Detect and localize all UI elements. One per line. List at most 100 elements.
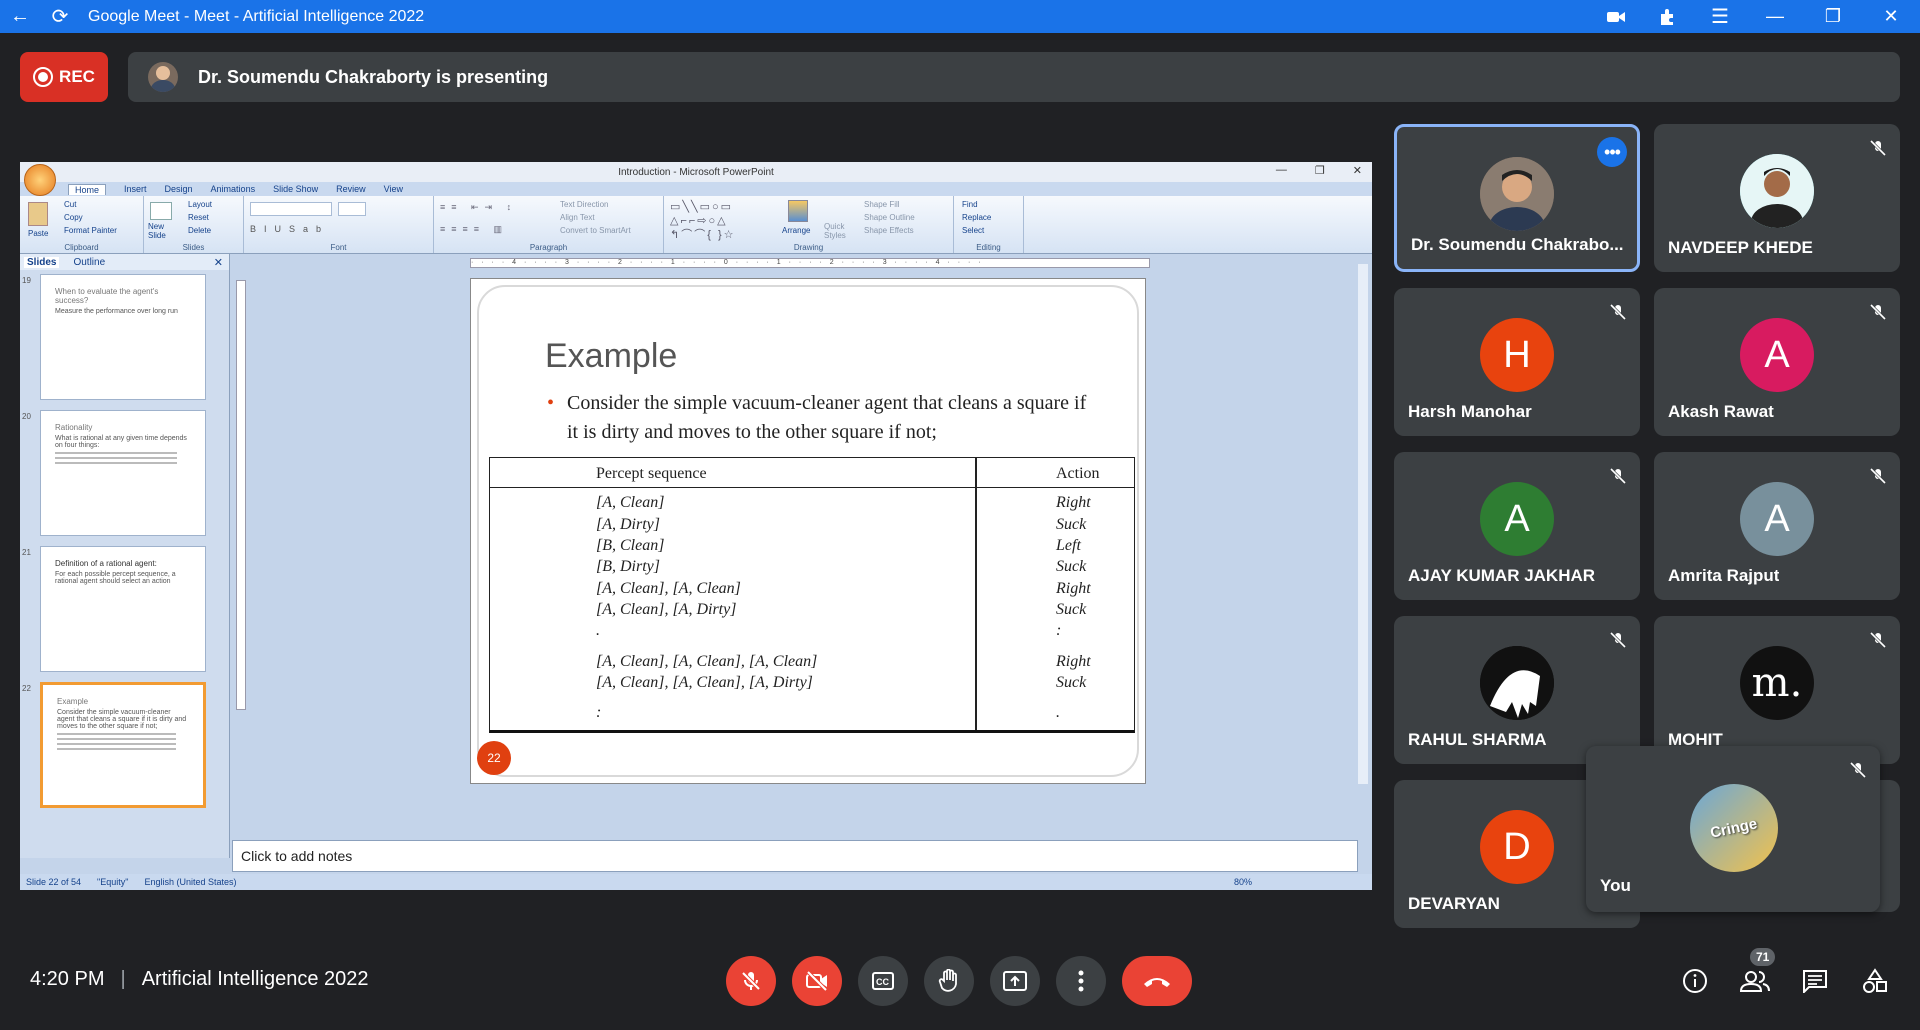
- status-language: English (United States): [144, 877, 237, 887]
- select-label: Select: [962, 226, 985, 235]
- copy-label: Copy: [64, 213, 83, 222]
- browser-titlebar: ← ⟳ Google Meet - Meet - Artificial Inte…: [0, 0, 1920, 33]
- table-row: :.: [596, 704, 1060, 721]
- restore-icon[interactable]: ❐: [1804, 0, 1862, 33]
- more-options-icon[interactable]: •••: [1597, 137, 1627, 167]
- ppt-tab-insert: Insert: [124, 184, 147, 194]
- recording-badge[interactable]: REC: [20, 52, 108, 102]
- self-tile[interactable]: Cringe You: [1586, 746, 1880, 912]
- thumb-text: Consider the simple vacuum-cleaner agent…: [57, 709, 187, 730]
- participant-tile[interactable]: m. MOHIT: [1654, 616, 1900, 764]
- editing-group-label: Editing: [976, 243, 1001, 252]
- ppt-tab-slideshow: Slide Show: [273, 184, 319, 194]
- camera-off-icon: [806, 970, 828, 992]
- cut-label: Cut: [64, 200, 77, 209]
- raise-hand-button[interactable]: [924, 956, 974, 1006]
- participant-tile[interactable]: A Amrita Rajput: [1654, 452, 1900, 600]
- leave-call-button[interactable]: [1122, 956, 1192, 1006]
- ppt-tab-review: Review: [336, 184, 366, 194]
- thumb-text: For each possible percept sequence, a ra…: [55, 571, 176, 585]
- ribbon-group-drawing: ▭╲╲▭○▭ △⌐⌐⇨○△ ↰⌒⌒{ }☆ Arrange Quick Styles…: [664, 196, 954, 253]
- chat-icon: [1803, 970, 1827, 993]
- close-icon[interactable]: ✕: [1862, 0, 1920, 33]
- minimize-icon[interactable]: —: [1746, 0, 1804, 33]
- participant-tile[interactable]: NAVDEEP KHEDE: [1654, 124, 1900, 272]
- mic-off-icon: [1846, 758, 1870, 782]
- mic-off-icon: [1866, 300, 1890, 324]
- pane-close-icon: ✕: [213, 256, 223, 269]
- self-avatar-text: Cringe: [1708, 814, 1759, 842]
- people-button[interactable]: 71: [1740, 948, 1776, 996]
- ribbon-group-font: BIUSab Font: [244, 196, 434, 253]
- menu-icon[interactable]: ☰: [1694, 0, 1746, 33]
- table-row: .:: [596, 622, 1062, 639]
- avatar: D: [1480, 810, 1554, 884]
- ppt-title: Introduction - Microsoft PowerPoint: [618, 166, 774, 178]
- avatar: [1740, 154, 1814, 228]
- avatar: A: [1740, 482, 1814, 556]
- clipboard-group-label: Clipboard: [64, 243, 99, 252]
- present-button[interactable]: [990, 956, 1040, 1006]
- hand-icon: [938, 969, 957, 992]
- activities-icon: [1863, 968, 1887, 993]
- thumb-text: What is rational at any given time depen…: [55, 435, 187, 449]
- participant-tile[interactable]: A AJAY KUMAR JAKHAR: [1394, 452, 1640, 600]
- reset-label: Reset: [188, 213, 209, 222]
- ribbon-group-clipboard: Paste Cut Copy Format Painter Clipboard: [20, 196, 144, 253]
- ppt-tab-view: View: [383, 184, 403, 194]
- activities-button[interactable]: [1860, 966, 1890, 996]
- current-slide: Example Consider the simple vacuum-clean…: [470, 278, 1146, 784]
- align-text-label: Align Text: [560, 213, 595, 222]
- ppt-restore-icon: ❐: [1314, 165, 1325, 177]
- shape-outline-label: Shape Outline: [864, 213, 915, 222]
- mic-toggle-button[interactable]: [726, 956, 776, 1006]
- camera-icon[interactable]: [1590, 0, 1642, 33]
- slide-edit-area: · · · · 4 · · · · 3 · · · · 2 · · · · 1 …: [232, 254, 1372, 850]
- slide-thumbnail: Definition of a rational agent: For each…: [40, 546, 206, 672]
- thumb-number: 21: [22, 548, 31, 557]
- ppt-close-icon: ✕: [1352, 165, 1362, 177]
- captions-icon: CC: [872, 972, 894, 990]
- arrange-label: Arrange: [782, 226, 811, 235]
- chat-button[interactable]: [1800, 966, 1830, 996]
- camera-toggle-button[interactable]: [792, 956, 842, 1006]
- presenting-text: Dr. Soumendu Chakraborty is presenting: [198, 66, 549, 87]
- mic-off-icon: [1606, 464, 1630, 488]
- info-icon: [1683, 969, 1707, 993]
- self-avatar: Cringe: [1690, 784, 1778, 872]
- table-row: [A, Clean], [A, Clean], [A, Clean] Right: [596, 653, 1091, 670]
- shared-screen: Introduction - Microsoft PowerPoint — ❐ ✕ …: [20, 162, 1372, 890]
- reload-icon[interactable]: ⟳: [40, 0, 80, 33]
- slides-tab: Slides: [24, 256, 60, 268]
- slide-bullet: Consider the simple vacuum-cleaner agent…: [547, 389, 1087, 447]
- more-options-button[interactable]: [1056, 956, 1106, 1006]
- table-row: [B, Dirty] Suck: [596, 558, 1087, 575]
- back-arrow-icon[interactable]: ←: [0, 0, 40, 33]
- new-slide-label: New Slide: [148, 222, 166, 240]
- extensions-icon[interactable]: [1642, 0, 1694, 33]
- table-row: [A, Clean], [A, Clean] Right: [596, 580, 1091, 597]
- ppt-ribbon-tabs: Home Insert Design Animations Slide Show…: [20, 182, 1372, 196]
- captions-button[interactable]: CC: [858, 956, 908, 1006]
- ppt-ribbon: Paste Cut Copy Format Painter Clipboard …: [20, 196, 1372, 254]
- participant-tile[interactable]: A Akash Rawat: [1654, 288, 1900, 436]
- participant-name: DEVARYAN: [1408, 894, 1500, 913]
- thumb-title: Example: [57, 697, 89, 706]
- paragraph-group-label: Paragraph: [529, 243, 568, 252]
- delete-label: Delete: [188, 226, 212, 235]
- table-header: Percept sequence Action: [490, 458, 1134, 488]
- ppt-titlebar: Introduction - Microsoft PowerPoint — ❐ ✕: [20, 162, 1372, 182]
- participant-tile[interactable]: H Harsh Manohar: [1394, 288, 1640, 436]
- meeting-name: Artificial Intelligence 2022: [141, 968, 369, 990]
- slides-pane: Slides Outline ✕ 19 When to evaluate the…: [20, 254, 230, 858]
- meeting-details-button[interactable]: [1680, 966, 1710, 996]
- self-name: You: [1600, 876, 1631, 895]
- participant-tile[interactable]: ••• Dr. Soumendu Chakrabo...: [1394, 124, 1640, 272]
- bottom-bar: 4:20 PM | Artificial Intelligence 2022 C…: [0, 940, 1920, 1030]
- slide-thumbnail-selected: Example Consider the simple vacuum-clean…: [40, 682, 206, 808]
- layout-label: Layout: [188, 200, 213, 209]
- mic-off-icon: [1606, 300, 1630, 324]
- participant-tile[interactable]: RAHUL SHARMA: [1394, 616, 1640, 764]
- table-row: [B, Clean] Left: [596, 537, 1081, 554]
- avatar: A: [1480, 482, 1554, 556]
